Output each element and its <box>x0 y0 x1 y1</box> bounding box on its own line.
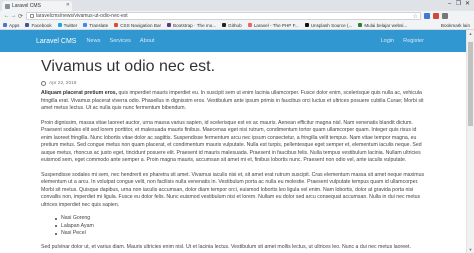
bookmark-favicon-icon <box>247 23 252 27</box>
nav-auth-links: Login Register <box>371 38 424 44</box>
bookmark-favicon-icon <box>167 23 172 27</box>
nav-link-login[interactable]: Login <box>380 38 394 44</box>
bookmark-item[interactable]: Bootstrap · The mo... <box>167 23 216 28</box>
bookmark-favicon-icon <box>114 23 119 27</box>
back-button[interactable]: ← <box>3 13 10 19</box>
post-content: Vivamus ut odio nec est. Apr 22, 2018 Al… <box>41 52 427 251</box>
bookmark-item[interactable]: Twitter <box>57 22 78 28</box>
bookmark-label: Unsplash Source (... <box>310 22 353 28</box>
bookmark-favicon-icon <box>304 23 309 27</box>
nav-link-register[interactable]: Register <box>403 38 424 44</box>
browser-tabstrip: Laravel CMS ✕ – ❐ ✕ <box>0 0 474 11</box>
bookmark-item[interactable]: Laravel - The PHP F... <box>247 22 299 28</box>
post-date: Apr 22, 2018 <box>49 80 77 86</box>
bookmark-favicon-icon <box>83 23 88 27</box>
bookmark-item[interactable]: CSS Navigation Bar <box>114 23 161 28</box>
bookmark-label: Mulai belajar websi... <box>364 22 408 28</box>
page-scrollbar[interactable]: ▲ ▼ <box>466 30 474 253</box>
bullet-icon <box>55 225 57 228</box>
page-favicon-icon <box>5 3 10 9</box>
post-title: Vivamus ut odio nec est. <box>41 58 216 75</box>
bookmark-item[interactable]: Github <box>222 23 242 28</box>
list-item-text: Lalapan Ayam <box>61 222 94 229</box>
post-paragraph: Suspendisse sodales mi sem, nec hendreri… <box>41 171 425 208</box>
extension-icon[interactable] <box>433 13 439 19</box>
post-paragraph: Sed pulvinar dolor ut, et varius diam. M… <box>41 243 411 250</box>
bookmark-label: Bootstrap · The mo... <box>173 22 217 28</box>
list-item: Nasi Goreng <box>55 215 427 223</box>
forward-button[interactable]: → <box>10 13 17 19</box>
post-paragraph: Aliquam placerat pretium eros, quis impe… <box>41 90 427 113</box>
extension-icon[interactable] <box>424 13 430 19</box>
bookmark-label: Twitter <box>63 22 78 28</box>
bookmark-item[interactable]: Apps <box>3 23 19 28</box>
browser-tab[interactable]: Laravel CMS ✕ <box>2 1 72 11</box>
bookmark-label: Translate <box>89 22 109 28</box>
bookmark-favicon-icon <box>3 23 7 27</box>
bullet-icon <box>55 232 57 235</box>
post-list: Nasi Goreng Lalapan Ayam Nasi Pecel <box>55 215 427 238</box>
browser-toolbar: ← → ⟳ laravelcms/news/vivamus-ut-odio-ne… <box>0 11 474 21</box>
extension-icons <box>424 13 451 19</box>
other-bookmarks-label: Bookmark lain <box>440 22 470 28</box>
bookmark-favicon-icon <box>25 23 30 27</box>
bookmarks-bar: Apps Facebook Twitter Translate CSS Navigati… <box>0 21 474 30</box>
bookmark-label: Github <box>228 22 242 28</box>
page-info-icon[interactable] <box>30 14 34 18</box>
post-lead-bold: Aliquam placerat pretium eros, <box>41 90 118 96</box>
nav-link-news[interactable]: News <box>86 38 100 44</box>
maximize-button[interactable]: ❐ <box>454 0 463 8</box>
tab-title: Laravel CMS <box>12 3 41 9</box>
close-window-button[interactable]: ✕ <box>463 0 472 8</box>
brand-link[interactable]: Laravel CMS <box>36 38 76 45</box>
bookmark-favicon-icon <box>358 23 363 27</box>
nav-link-services[interactable]: Services <box>109 38 130 44</box>
nav-link-about[interactable]: About <box>140 38 155 44</box>
reload-button[interactable]: ⟳ <box>17 13 24 20</box>
bookmark-item[interactable]: Unsplash Source (... <box>304 22 353 28</box>
bookmark-label: Apps <box>9 22 20 28</box>
bookmark-item[interactable]: Facebook <box>25 22 52 28</box>
clock-icon <box>41 80 46 86</box>
site-navbar: Laravel CMS News Services About Login Re… <box>0 30 466 52</box>
bookmark-favicon-icon <box>222 23 227 27</box>
bookmark-label: CSS Navigation Bar <box>120 22 162 28</box>
list-item: Lalapan Ayam <box>55 223 427 231</box>
bullet-icon <box>55 217 57 220</box>
bookmark-item[interactable]: Translate <box>83 23 108 28</box>
menu-icon[interactable] <box>442 13 448 19</box>
other-bookmarks-folder[interactable]: Bookmark lain <box>441 23 470 28</box>
url-text: laravelcms/news/vivamus-ut-odio-nec-est <box>36 13 128 19</box>
list-item-text: Nasi Goreng <box>61 215 91 221</box>
bookmark-favicon-icon <box>57 23 62 27</box>
post-meta: Apr 22, 2018 <box>41 80 427 86</box>
list-item: Nasi Pecel <box>55 230 427 238</box>
bookmark-star-icon[interactable]: ☆ <box>413 13 418 20</box>
minimize-button[interactable]: – <box>445 0 454 8</box>
bookmark-item[interactable]: Mulai belajar websi... <box>358 23 407 28</box>
tab-close-icon[interactable]: ✕ <box>66 2 70 8</box>
scroll-down-icon[interactable]: ▼ <box>467 246 474 253</box>
bookmark-label: Facebook <box>31 22 52 28</box>
scroll-up-icon[interactable]: ▲ <box>467 30 474 37</box>
address-bar[interactable]: laravelcms/news/vivamus-ut-odio-nec-est … <box>26 12 421 20</box>
scrollbar-thumb[interactable] <box>468 42 473 126</box>
post-paragraph: Proin dignissim, massa vitae laoreet auc… <box>41 119 422 164</box>
list-item-text: Nasi Pecel <box>61 230 86 236</box>
window-controls: – ❐ ✕ <box>445 0 472 8</box>
bookmark-label: Laravel - The PHP F... <box>253 22 299 28</box>
